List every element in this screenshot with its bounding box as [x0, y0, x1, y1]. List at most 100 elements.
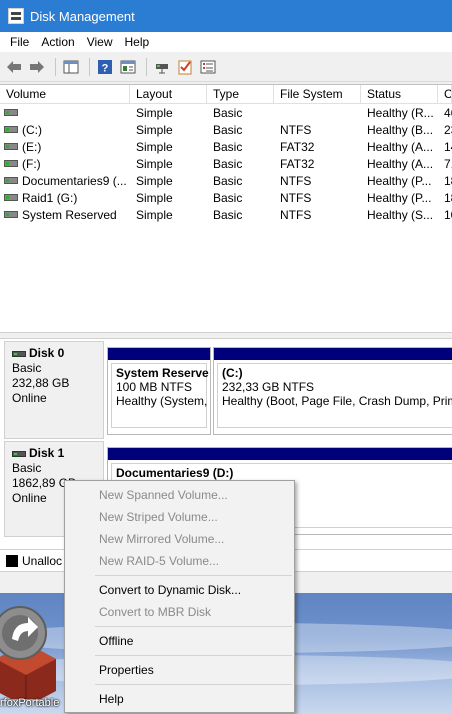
volume-layout: Simple — [136, 140, 173, 154]
volume-status: Healthy (A... — [367, 140, 434, 154]
disk-context-menu: New Spanned Volume... New Striped Volume… — [64, 480, 295, 713]
menu-action[interactable]: Action — [35, 35, 80, 49]
volume-type: Basic — [213, 140, 243, 154]
menu-help[interactable]: Help — [119, 35, 156, 49]
column-header-status[interactable]: Status — [361, 85, 438, 104]
table-row[interactable]: Documentaries9 (... Simple Basic NTFS He… — [0, 173, 452, 190]
disk-icon — [12, 450, 26, 457]
help-icon[interactable]: ? — [95, 57, 115, 77]
menu-separator — [95, 655, 292, 656]
table-row[interactable]: System Reserved Simple Basic NTFS Health… — [0, 207, 452, 224]
volume-status: Healthy (B... — [367, 123, 434, 137]
firefox-portable-icon[interactable] — [0, 599, 62, 707]
volume-icon — [4, 160, 18, 167]
volume-file-system: NTFS — [280, 208, 312, 222]
volume-type: Basic — [213, 157, 243, 171]
column-header-type[interactable]: Type — [207, 85, 274, 104]
disk-name: Disk 0 — [29, 346, 65, 360]
column-header-volume[interactable]: Volume — [0, 85, 130, 104]
table-row[interactable]: (E:) Simple Basic FAT32 Healthy (A... 14 — [0, 139, 452, 156]
menu-item-convert-to-dynamic-disk[interactable]: Convert to Dynamic Disk... — [65, 579, 294, 601]
menu-item-help[interactable]: Help — [65, 688, 294, 710]
volume-capacity: 14 — [444, 140, 452, 154]
partition-status: Healthy (Boot, Page File, Crash Dump, Pr… — [222, 394, 452, 408]
volume-name: Raid1 (G:) — [22, 191, 78, 205]
table-row[interactable]: (C:) Simple Basic NTFS Healthy (B... 23 — [0, 122, 452, 139]
title-bar[interactable]: Disk Management — [0, 0, 452, 32]
volume-name: Documentaries9 (... — [22, 174, 127, 188]
properties-icon[interactable] — [118, 57, 138, 77]
volume-file-system — [274, 105, 361, 122]
partition-name: System Reserve — [116, 366, 209, 380]
toolbar-separator — [89, 57, 90, 76]
partition-detail: 100 MB NTFS — [116, 380, 193, 394]
volume-status: Healthy (R... — [367, 106, 434, 120]
volume-capacity: 7, — [444, 157, 452, 171]
pane-splitter[interactable] — [0, 332, 452, 339]
unallocated-legend-swatch — [6, 554, 18, 567]
volume-type: Basic — [213, 174, 243, 188]
menu-file[interactable]: File — [0, 35, 35, 49]
menu-separator — [95, 575, 292, 576]
menu-item-new-spanned-volume[interactable]: New Spanned Volume... — [65, 484, 294, 506]
volume-icon — [4, 109, 18, 116]
volume-layout: Simple — [136, 208, 173, 222]
volume-layout: Simple — [136, 157, 173, 171]
desktop-icon-label: rfoxPortable — [0, 697, 60, 709]
menu-item-new-mirrored-volume[interactable]: New Mirrored Volume... — [65, 528, 294, 550]
volume-name: (F:) — [22, 157, 41, 171]
volume-capacity: 23 — [444, 123, 452, 137]
volume-layout: Simple — [136, 106, 173, 120]
volume-layout: Simple — [136, 123, 173, 137]
disk-name: Disk 1 — [29, 446, 65, 460]
column-header-layout[interactable]: Layout — [130, 85, 207, 104]
menu-view[interactable]: View — [81, 35, 119, 49]
volume-rows: Simple Basic Healthy (R... 46 (C:) Simpl… — [0, 105, 452, 224]
partition-detail: 232,33 GB NTFS — [222, 380, 315, 394]
column-header-file-system[interactable]: File System — [274, 85, 361, 104]
disk-state: Online — [12, 391, 47, 405]
menu-item-new-striped-volume[interactable]: New Striped Volume... — [65, 506, 294, 528]
partition-system-reserved[interactable]: System Reserve 100 MB NTFS Healthy (Syst… — [107, 347, 211, 435]
menu-separator — [95, 684, 292, 685]
column-header-capacity[interactable]: C — [438, 85, 452, 104]
back-arrow-icon[interactable] — [4, 57, 24, 77]
volume-capacity: 10 — [444, 208, 452, 222]
partition-name: Documentaries9 (D:) — [116, 466, 234, 480]
menu-item-offline[interactable]: Offline — [65, 630, 294, 652]
menu-item-convert-to-mbr-disk[interactable]: Convert to MBR Disk — [65, 601, 294, 623]
volume-capacity: 18 — [444, 174, 452, 188]
menu-item-properties[interactable]: Properties — [65, 659, 294, 681]
volume-layout: Simple — [136, 174, 173, 188]
volume-file-system: NTFS — [280, 174, 312, 188]
disk-type: Basic — [12, 361, 42, 375]
volume-layout: Simple — [136, 191, 173, 205]
volume-status: Healthy (A... — [367, 157, 434, 171]
settings-list-icon[interactable] — [198, 57, 218, 77]
console-tree-icon[interactable] — [61, 57, 81, 77]
partition-bar — [214, 348, 452, 360]
checklist-icon[interactable] — [175, 57, 195, 77]
disk-type: Basic — [12, 461, 42, 475]
toolbar-separator — [146, 57, 147, 76]
volume-type: Basic — [213, 106, 243, 120]
volume-icon — [4, 126, 18, 133]
table-row[interactable]: Raid1 (G:) Simple Basic NTFS Healthy (P.… — [0, 190, 452, 207]
volume-icon — [4, 211, 18, 218]
forward-arrow-icon[interactable] — [27, 57, 47, 77]
partition-name: (C:) — [222, 366, 243, 380]
unallocated-legend-label: Unalloc — [22, 553, 63, 568]
partition-c[interactable]: (C:) 232,33 GB NTFS Healthy (Boot, Page … — [213, 347, 452, 435]
volume-status: Healthy (P... — [367, 191, 432, 205]
menu-item-new-raid5-volume[interactable]: New RAID-5 Volume... — [65, 550, 294, 572]
volume-capacity: 18 — [444, 191, 452, 205]
table-row[interactable]: Simple Basic Healthy (R... 46 — [0, 105, 452, 122]
volume-list[interactable]: Volume Layout Type File System Status C … — [0, 84, 452, 332]
disk-0-label[interactable]: Disk 0 Basic 232,88 GB Online — [4, 341, 104, 439]
window-title: Disk Management — [30, 8, 135, 24]
menu-separator — [95, 626, 292, 627]
table-row[interactable]: (F:) Simple Basic FAT32 Healthy (A... 7, — [0, 156, 452, 173]
volume-file-system: NTFS — [280, 191, 312, 205]
connect-disk-icon[interactable] — [152, 57, 172, 77]
toolbar: ? — [0, 52, 452, 82]
